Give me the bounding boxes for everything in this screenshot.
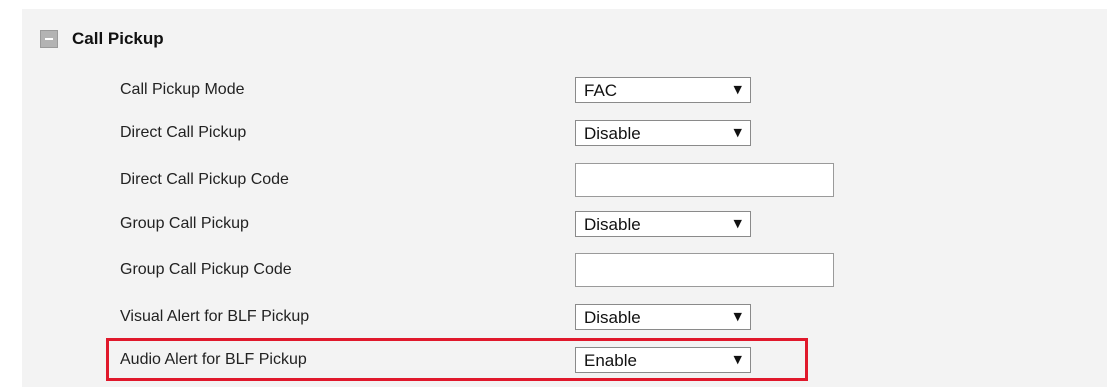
row-audio-alert-blf-pickup: Audio Alert for BLF Pickup Enable ▼ xyxy=(0,345,1107,375)
group-call-pickup-label: Group Call Pickup xyxy=(120,215,249,232)
section-header: Call Pickup xyxy=(40,27,164,51)
dropdown-arrow-icon: ▼ xyxy=(733,217,742,230)
direct-call-pickup-code-label: Direct Call Pickup Code xyxy=(120,171,289,188)
audio-alert-blf-pickup-select[interactable]: Enable ▼ xyxy=(575,347,751,373)
group-call-pickup-value: Disable xyxy=(584,215,641,234)
row-direct-call-pickup: Direct Call Pickup Disable ▼ xyxy=(0,118,1107,148)
call-pickup-mode-label: Call Pickup Mode xyxy=(120,81,245,98)
call-pickup-mode-value: FAC xyxy=(584,81,618,100)
group-call-pickup-code-label: Group Call Pickup Code xyxy=(120,261,292,278)
audio-alert-blf-pickup-label: Audio Alert for BLF Pickup xyxy=(120,351,307,368)
row-visual-alert-blf-pickup: Visual Alert for BLF Pickup Disable ▼ xyxy=(0,302,1107,332)
collapse-icon[interactable] xyxy=(40,30,58,48)
group-call-pickup-select[interactable]: Disable ▼ xyxy=(575,211,751,237)
visual-alert-blf-pickup-value: Disable xyxy=(584,308,641,327)
row-call-pickup-mode: Call Pickup Mode FAC ▼ xyxy=(0,75,1107,105)
direct-call-pickup-select[interactable]: Disable ▼ xyxy=(575,120,751,146)
group-call-pickup-code-input[interactable] xyxy=(575,253,834,287)
dropdown-arrow-icon: ▼ xyxy=(733,310,742,323)
visual-alert-blf-pickup-label: Visual Alert for BLF Pickup xyxy=(120,308,310,325)
row-group-call-pickup: Group Call Pickup Disable ▼ xyxy=(0,209,1107,239)
visual-alert-blf-pickup-select[interactable]: Disable ▼ xyxy=(575,304,751,330)
direct-call-pickup-code-input[interactable] xyxy=(575,163,834,197)
dropdown-arrow-icon: ▼ xyxy=(733,353,742,366)
direct-call-pickup-value: Disable xyxy=(584,124,641,143)
direct-call-pickup-label: Direct Call Pickup xyxy=(120,124,247,141)
section-title: Call Pickup xyxy=(72,29,164,48)
row-direct-call-pickup-code: Direct Call Pickup Code xyxy=(0,163,1107,197)
dropdown-arrow-icon: ▼ xyxy=(733,83,742,96)
call-pickup-mode-select[interactable]: FAC ▼ xyxy=(575,77,751,103)
audio-alert-blf-pickup-value: Enable xyxy=(584,351,637,370)
dropdown-arrow-icon: ▼ xyxy=(733,126,742,139)
row-group-call-pickup-code: Group Call Pickup Code xyxy=(0,253,1107,287)
